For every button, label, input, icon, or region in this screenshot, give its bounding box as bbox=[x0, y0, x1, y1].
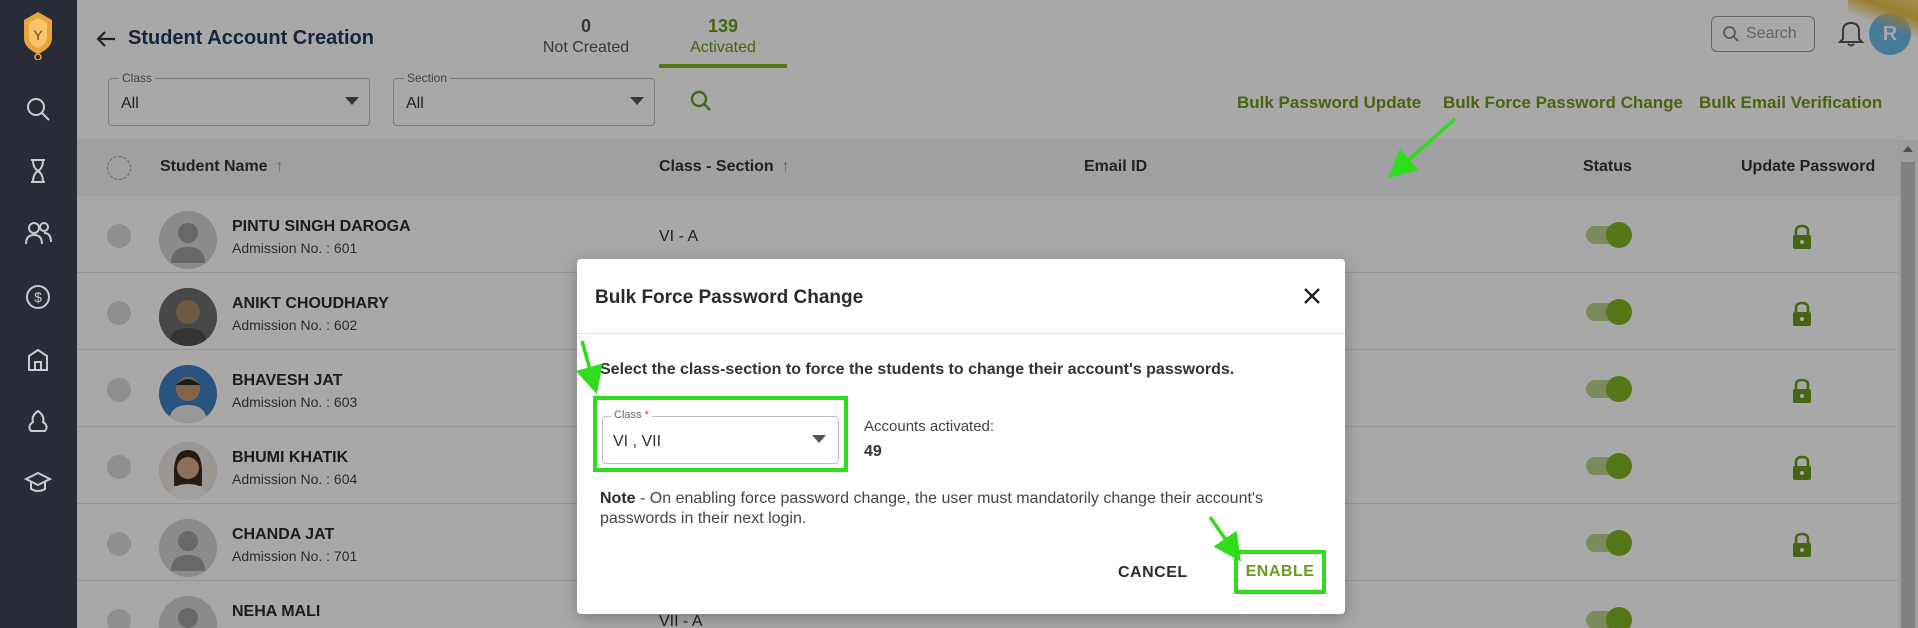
dialog-divider bbox=[577, 333, 1345, 334]
dollar-icon[interactable]: $ bbox=[23, 282, 53, 312]
class-label-text: Class bbox=[614, 409, 642, 421]
dialog-title: Bulk Force Password Change bbox=[595, 287, 864, 308]
chevron-down-icon bbox=[812, 435, 826, 443]
note-text: - On enabling force password change, the… bbox=[600, 490, 1263, 527]
dialog-note: Note - On enabling force password change… bbox=[600, 489, 1330, 529]
dialog-class-value: VI , VII bbox=[613, 433, 662, 450]
network-icon[interactable] bbox=[23, 406, 53, 436]
enable-button[interactable]: ENABLE bbox=[1234, 550, 1326, 594]
dialog-description: Select the class-section to force the st… bbox=[600, 361, 1235, 378]
svg-text:Y: Y bbox=[33, 27, 43, 43]
required-asterisk: * bbox=[644, 409, 649, 421]
search-icon[interactable] bbox=[23, 94, 53, 124]
close-icon[interactable] bbox=[1301, 285, 1323, 307]
sidebar: Y $ bbox=[0, 0, 77, 628]
graduation-cap-icon[interactable] bbox=[23, 468, 53, 498]
school-logo[interactable]: Y bbox=[20, 10, 56, 61]
cancel-button[interactable]: CANCEL bbox=[1118, 564, 1188, 582]
note-prefix: Note bbox=[600, 490, 636, 507]
accounts-activated-label: Accounts activated: bbox=[864, 418, 995, 435]
dialog-class-select[interactable]: Class * VI , VII bbox=[602, 409, 839, 464]
accounts-activated-value: 49 bbox=[864, 443, 882, 460]
dialog-class-label: Class * bbox=[611, 409, 652, 421]
users-icon[interactable] bbox=[23, 218, 53, 248]
school-building-icon[interactable] bbox=[23, 344, 53, 374]
bulk-force-password-dialog: Bulk Force Password Change Select the cl… bbox=[577, 259, 1345, 614]
hourglass-icon[interactable] bbox=[23, 156, 53, 186]
svg-text:$: $ bbox=[34, 289, 42, 305]
